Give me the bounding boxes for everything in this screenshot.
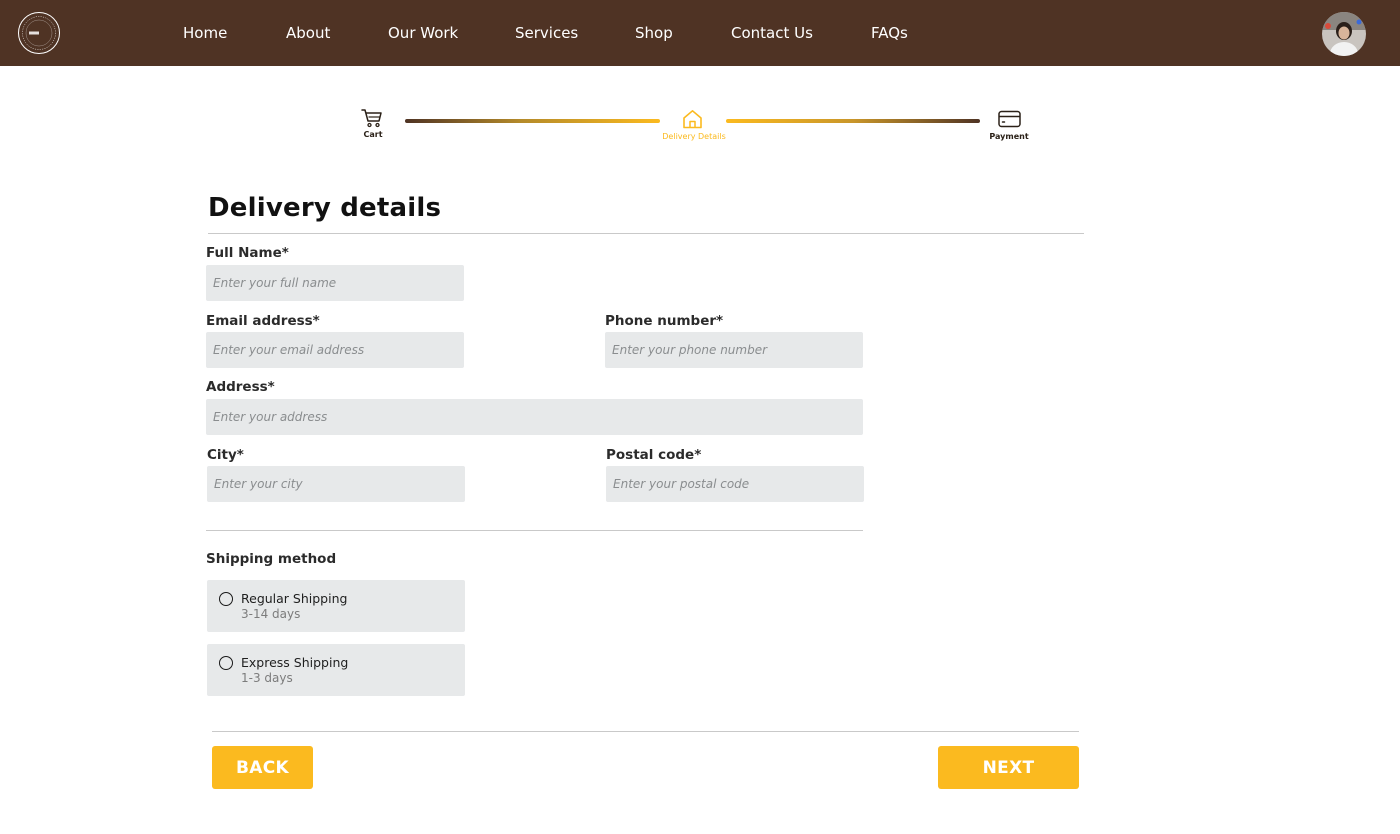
express-shipping-option[interactable]: Express Shipping 1-3 days bbox=[207, 644, 465, 696]
nav-our-work-link[interactable]: Our Work bbox=[388, 23, 458, 43]
nav-contact-link[interactable]: Contact Us bbox=[731, 23, 813, 43]
nav-home-link[interactable]: Home bbox=[183, 23, 227, 43]
postal-code-label: Postal code* bbox=[606, 447, 702, 463]
title-divider bbox=[208, 233, 1084, 234]
shipping-option-days: 3-14 days bbox=[241, 607, 301, 621]
shipping-option-name: Express Shipping bbox=[241, 655, 349, 670]
nav-about-link[interactable]: About bbox=[286, 23, 330, 43]
full-name-label: Full Name* bbox=[206, 245, 289, 261]
user-avatar[interactable] bbox=[1322, 12, 1366, 56]
regular-shipping-radio[interactable] bbox=[219, 592, 233, 606]
back-button[interactable]: BACK bbox=[212, 746, 313, 789]
city-input[interactable] bbox=[207, 466, 465, 502]
full-name-input[interactable] bbox=[206, 265, 464, 301]
step-label-delivery: Delivery Details bbox=[662, 132, 726, 141]
credit-card-icon[interactable] bbox=[998, 110, 1021, 132]
shipping-option-days: 1-3 days bbox=[241, 671, 293, 685]
nav-services-link[interactable]: Services bbox=[515, 23, 578, 43]
home-icon[interactable] bbox=[682, 109, 703, 133]
address-input[interactable] bbox=[206, 399, 863, 435]
brand-logo[interactable] bbox=[17, 11, 61, 55]
phone-label: Phone number* bbox=[605, 313, 724, 329]
top-navbar: Home About Our Work Services Shop Contac… bbox=[0, 0, 1400, 66]
shipping-option-name: Regular Shipping bbox=[241, 591, 348, 606]
shipping-method-title: Shipping method bbox=[206, 551, 337, 567]
cart-icon[interactable] bbox=[361, 108, 383, 132]
address-label: Address* bbox=[206, 379, 275, 395]
actions-divider bbox=[212, 731, 1079, 732]
step-label-cart: Cart bbox=[363, 130, 383, 139]
regular-shipping-option[interactable]: Regular Shipping 3-14 days bbox=[207, 580, 465, 632]
step-label-payment: Payment bbox=[989, 132, 1029, 141]
nav-shop-link[interactable]: Shop bbox=[635, 23, 673, 43]
nav-faqs-link[interactable]: FAQs bbox=[871, 23, 908, 43]
form-divider bbox=[206, 530, 863, 531]
progress-bar-completed bbox=[405, 119, 660, 123]
page-title: Delivery details bbox=[208, 193, 442, 223]
email-input[interactable] bbox=[206, 332, 464, 368]
email-label: Email address* bbox=[206, 313, 320, 329]
phone-input[interactable] bbox=[605, 332, 863, 368]
express-shipping-radio[interactable] bbox=[219, 656, 233, 670]
progress-bar-upcoming bbox=[726, 119, 980, 123]
next-button[interactable]: NEXT bbox=[938, 746, 1079, 789]
city-label: City* bbox=[207, 447, 244, 463]
postal-code-input[interactable] bbox=[606, 466, 864, 502]
